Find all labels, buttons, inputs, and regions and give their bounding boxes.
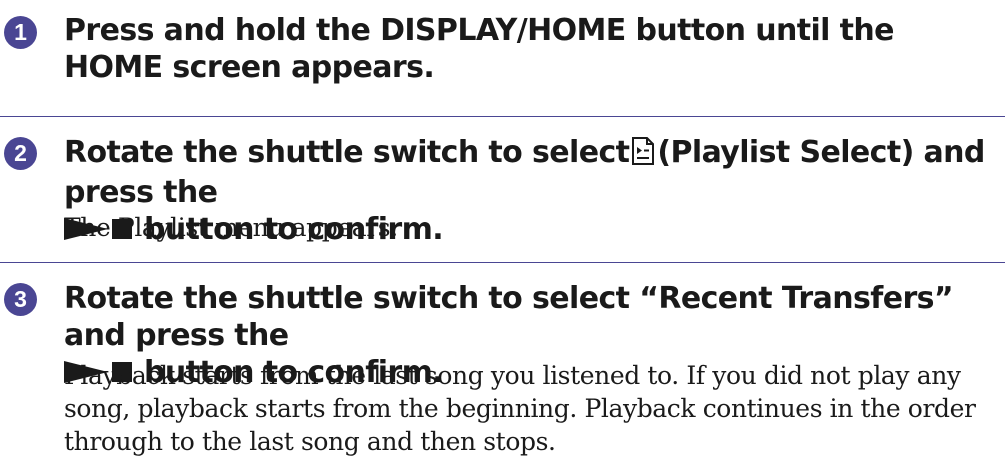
step-1-heading: Press and hold the DISPLAY/HOME button u…: [64, 13, 895, 85]
step-2-body: The Playlist menu appears.: [64, 213, 398, 242]
divider-1: [0, 116, 1005, 117]
step-number-3: 3: [4, 283, 37, 316]
playlist-select-icon: [631, 137, 655, 174]
step-3-heading-line1: Rotate the shuttle switch to select “Rec…: [64, 281, 954, 353]
step-3-body: Playback starts from the last song you l…: [64, 361, 976, 456]
step-2-heading-part1: Rotate the shuttle switch to select: [64, 135, 630, 170]
step-number-1: 1: [4, 16, 37, 49]
divider-2: [0, 262, 1005, 263]
step-number-2: 2: [4, 137, 37, 170]
